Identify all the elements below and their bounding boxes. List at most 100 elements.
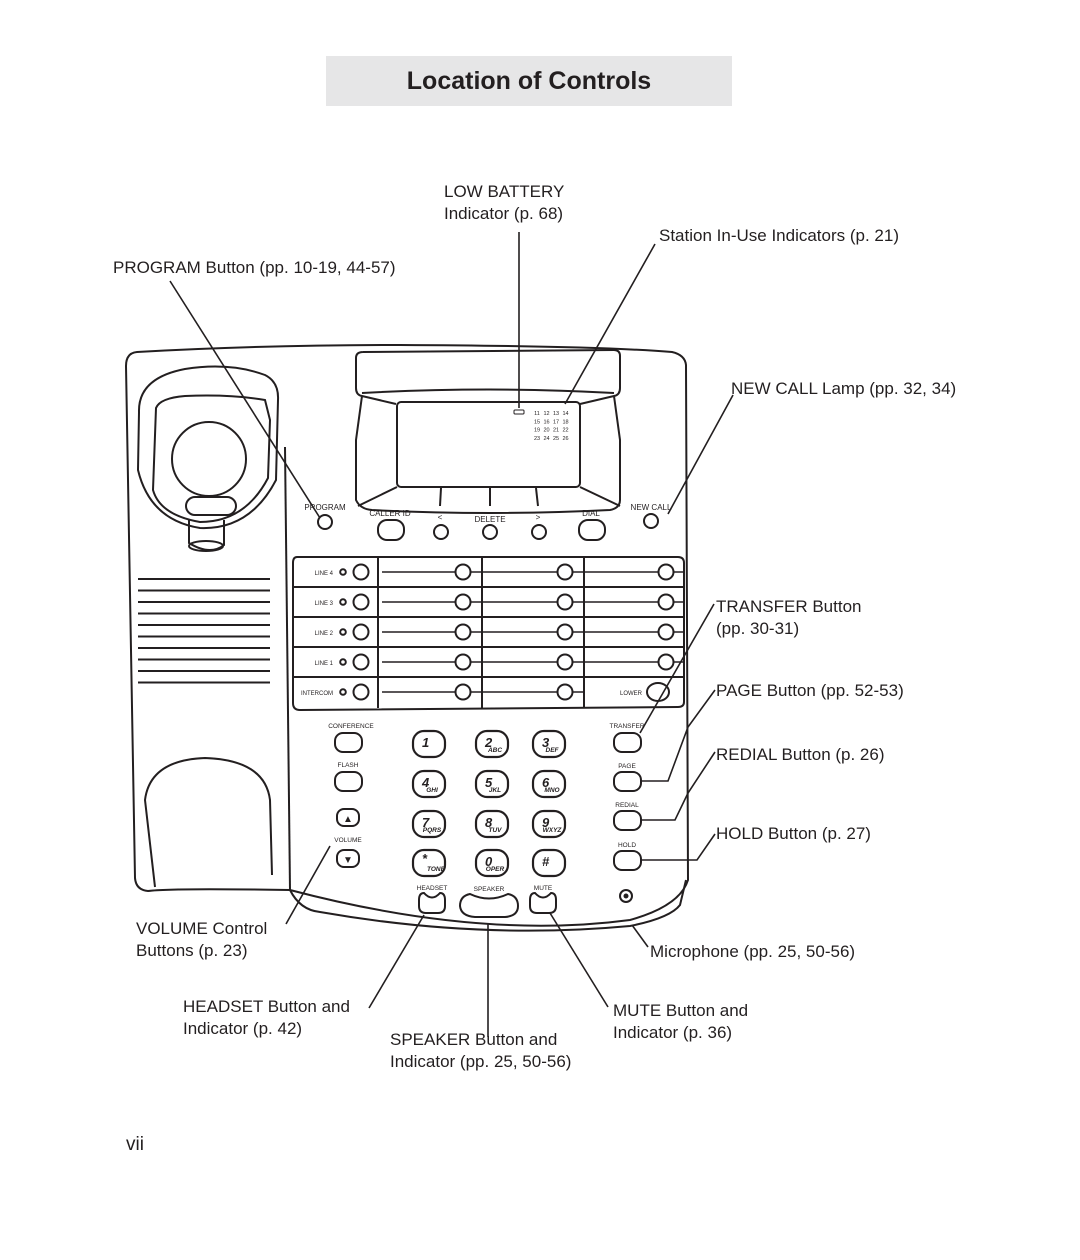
line-button[interactable] — [352, 653, 370, 671]
caller-id-button[interactable] — [377, 519, 405, 541]
lower-label: LOWER — [620, 691, 643, 697]
callout-transfer: TRANSFER Button (pp. 30-31) — [716, 596, 862, 640]
station-number: 25 — [553, 436, 559, 442]
key-letters: GHI — [426, 787, 438, 794]
station-button[interactable] — [556, 683, 574, 701]
right-arrow-button[interactable] — [531, 524, 547, 540]
station-button[interactable] — [556, 563, 574, 581]
station-button[interactable] — [657, 653, 675, 671]
keypad-key[interactable]: 0OPER — [474, 848, 510, 878]
mute-button[interactable] — [529, 891, 557, 914]
label-page: PAGE — [618, 763, 636, 770]
keypad-key[interactable]: # — [531, 848, 567, 878]
station-button[interactable] — [556, 623, 574, 641]
station-number: 18 — [562, 419, 568, 425]
line-panel: LINE 4 LINE 3 LINE 2 LINE 1 INTERCOM LOWER — [293, 557, 684, 708]
callout-hold: HOLD Button (p. 27) — [716, 823, 871, 845]
callout-speaker-line1: SPEAKER Button and — [390, 1030, 558, 1049]
station-number: 17 — [553, 419, 559, 425]
label-redial: REDIAL — [615, 802, 639, 809]
station-button[interactable] — [454, 683, 472, 701]
label-volume: VOLUME — [334, 837, 362, 844]
volume-up-icon: ▲ — [343, 814, 353, 825]
station-number: 13 — [553, 411, 559, 417]
hold-button[interactable] — [613, 850, 642, 871]
label-headset: HEADSET — [417, 885, 448, 892]
station-button[interactable] — [454, 623, 472, 641]
left-arrow-button[interactable] — [433, 524, 449, 540]
keypad-key[interactable]: 1 — [411, 729, 447, 759]
display-corner-lines — [357, 486, 621, 507]
station-number: 19 — [534, 428, 540, 434]
transfer-button[interactable] — [613, 732, 642, 753]
handset-speaker-circle — [171, 421, 247, 497]
keypad-key[interactable]: 3DEF — [531, 729, 567, 759]
station-number: 22 — [562, 428, 568, 434]
station-number: 11 — [534, 411, 540, 417]
low-battery-indicator — [513, 409, 525, 415]
conference-button[interactable] — [334, 732, 363, 753]
key-letters: DEF — [546, 747, 560, 754]
callout-transfer-line1: TRANSFER Button — [716, 597, 862, 616]
callout-mute-line2: Indicator (p. 36) — [613, 1023, 733, 1042]
redial-button[interactable] — [613, 810, 642, 831]
keypad-key[interactable]: 6MNO — [531, 769, 567, 799]
new-call-lamp[interactable] — [643, 513, 659, 529]
key-digit: * — [422, 851, 428, 866]
callout-volume: VOLUME Control Buttons (p. 23) — [136, 918, 267, 962]
line-indicator-led — [339, 598, 347, 606]
callout-headset-line2: Indicator (p. 42) — [183, 1019, 303, 1038]
keypad-key[interactable]: 7PQRS — [411, 809, 447, 839]
key-digit: 1 — [422, 735, 429, 750]
dial-keypad: 1 2ABC 3DEF 4GHI 5JKL 6MNO 7PQRS 8TUV 9WXYZ *TONE… — [411, 729, 567, 878]
line-button[interactable] — [352, 683, 370, 701]
line-button[interactable] — [352, 563, 370, 581]
keypad-key[interactable]: *TONE — [411, 848, 447, 878]
keypad-key[interactable]: 5JKL — [474, 769, 510, 799]
flash-button[interactable] — [334, 771, 363, 792]
headset-button[interactable] — [418, 891, 446, 914]
keypad-key[interactable]: 9WXYZ — [531, 809, 567, 839]
station-button[interactable] — [454, 563, 472, 581]
callout-mute: MUTE Button and Indicator (p. 36) — [613, 1000, 748, 1044]
key-letters: TUV — [489, 827, 503, 834]
label-dial: DIAL — [582, 509, 600, 518]
callout-microphone-line1: Microphone (pp. 25, 50-56) — [650, 942, 856, 961]
dial-button[interactable] — [578, 519, 606, 541]
line-indicator-led — [339, 628, 347, 636]
station-number: 20 — [543, 428, 549, 434]
display-housing — [355, 348, 621, 388]
callout-mute-line1: MUTE Button and — [613, 1001, 749, 1020]
station-number: 23 — [534, 436, 540, 442]
microphone-dot — [623, 893, 629, 899]
callout-volume-line1: VOLUME Control — [136, 919, 268, 938]
keypad-key[interactable]: 2ABC — [474, 729, 510, 759]
speaker-grille — [138, 578, 270, 684]
page-button[interactable] — [613, 771, 642, 792]
station-button[interactable] — [556, 593, 574, 611]
station-button[interactable] — [454, 653, 472, 671]
station-button[interactable] — [556, 653, 574, 671]
callout-volume-line2: Buttons (p. 23) — [136, 941, 248, 960]
key-letters: PQRS — [423, 827, 442, 834]
label-right-arrow: > — [536, 513, 541, 522]
callout-program: PROGRAM Button (pp. 10-19, 44-57) — [113, 257, 396, 279]
callout-transfer-line2: (pp. 30-31) — [716, 619, 800, 638]
station-in-use-grid: 11 12 13 14 15 16 17 18 19 20 21 22 23 24 25 26 — [534, 411, 569, 442]
handset-slot — [185, 496, 237, 516]
station-button[interactable] — [657, 563, 675, 581]
line-button[interactable] — [352, 623, 370, 641]
delete-button[interactable] — [482, 524, 498, 540]
station-number: 12 — [543, 411, 549, 417]
callout-redial-line1: REDIAL Button (p. 26) — [716, 745, 885, 764]
station-button[interactable] — [657, 623, 675, 641]
keypad-key[interactable]: 4GHI — [411, 769, 447, 799]
station-number: 26 — [562, 436, 568, 442]
station-button[interactable] — [657, 593, 675, 611]
line-button[interactable] — [352, 593, 370, 611]
station-number: 14 — [562, 411, 568, 417]
keypad-key[interactable]: 8TUV — [474, 809, 510, 839]
station-button[interactable] — [454, 593, 472, 611]
lower-button[interactable] — [646, 682, 670, 702]
speaker-button[interactable] — [458, 892, 520, 918]
